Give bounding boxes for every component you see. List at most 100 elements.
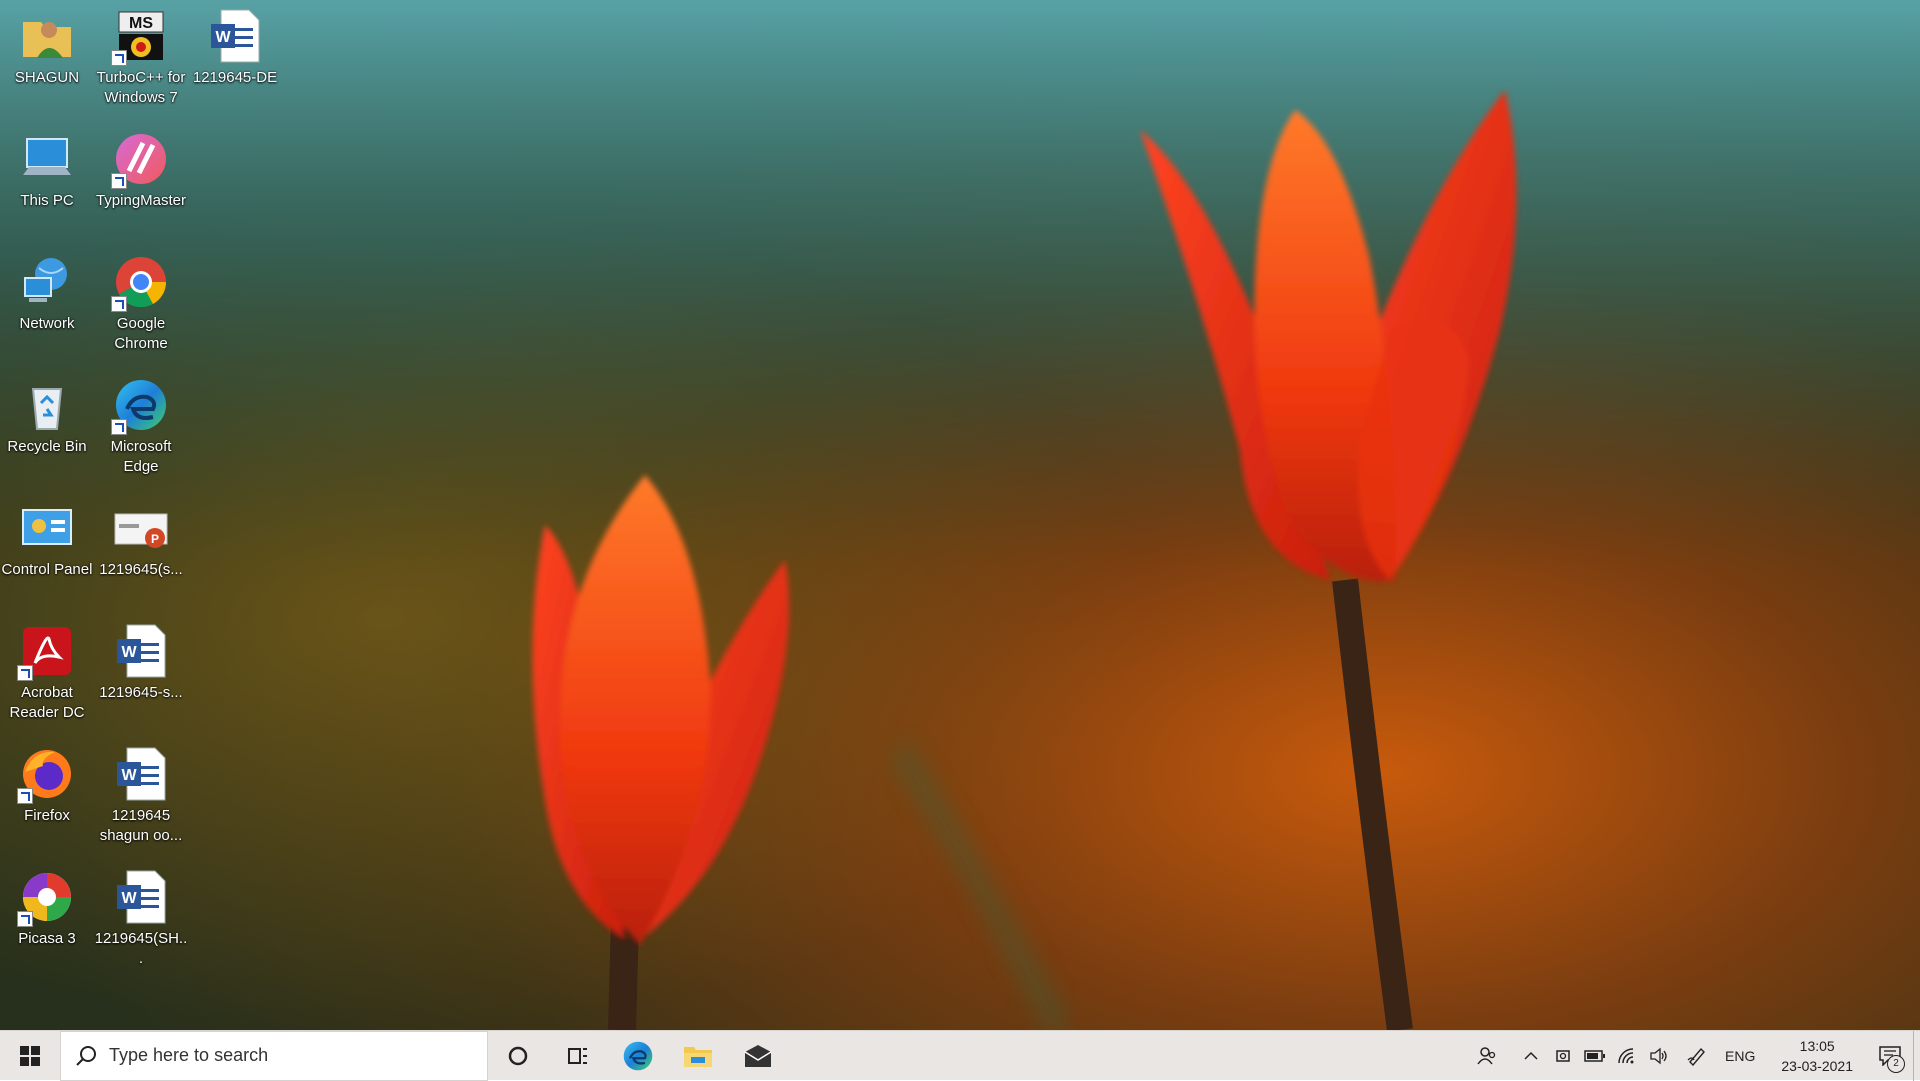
taskbar-mail-button[interactable] — [728, 1031, 788, 1081]
clock[interactable]: 13:05 23-03-2021 — [1767, 1036, 1867, 1076]
clock-date: 23-03-2021 — [1781, 1057, 1853, 1074]
desktop-icon-this-pc[interactable]: This PC — [0, 123, 94, 241]
cortana-icon — [508, 1046, 528, 1065]
desktop-icon-label: 1219645(SH... — [94, 930, 188, 967]
word-doc-icon: W — [113, 746, 169, 802]
word-doc-icon: W — [113, 623, 169, 679]
turboc-icon: MS — [111, 8, 169, 66]
desktop-icon-label: TurboC++ for Windows 7 — [96, 69, 186, 106]
search-placeholder: Type here to search — [109, 1045, 269, 1065]
desktop-icon-label: Microsoft Edge — [110, 438, 172, 475]
desktop-icon-label: TypingMaster — [95, 192, 187, 209]
desktop-icon-label: Google Chrome — [114, 315, 168, 352]
action-center-button[interactable]: 2 — [1867, 1031, 1913, 1081]
typingmaster-icon — [111, 131, 169, 189]
people-icon — [1477, 1046, 1496, 1064]
control-panel-icon — [19, 500, 75, 556]
desktop-icon-label: Acrobat Reader DC — [9, 684, 85, 721]
svg-text:W: W — [121, 644, 137, 661]
windows-logo-icon — [20, 1045, 40, 1066]
file-explorer-icon — [684, 1046, 712, 1067]
desktop-icon-label: Firefox — [24, 807, 70, 824]
wifi-button[interactable] — [1611, 1031, 1643, 1081]
desktop-icon-edge[interactable]: Microsoft Edge — [94, 369, 188, 487]
volume-icon — [1650, 1047, 1667, 1064]
mail-icon — [744, 1044, 772, 1067]
shortcut-arrow-icon — [17, 788, 33, 804]
shortcut-arrow-icon — [111, 50, 127, 66]
show-desktop-button[interactable] — [1913, 1030, 1920, 1081]
shortcut-arrow-icon — [17, 665, 33, 681]
recycle-bin-icon — [19, 377, 75, 433]
desktop-icon-label: 1219645(s... — [99, 561, 183, 578]
pen-icon — [1687, 1047, 1705, 1066]
chrome-icon — [111, 254, 169, 312]
battery-button[interactable] — [1579, 1031, 1611, 1081]
desktop-icon-acrobat[interactable]: Acrobat Reader DC — [0, 615, 94, 733]
desktop-icon-label: Recycle Bin — [7, 438, 87, 455]
desktop-icon-turboc[interactable]: MS TurboC++ for Windows 7 — [94, 0, 188, 118]
turboc-badge-text: MS — [129, 15, 153, 32]
desktop-icon-shagun[interactable]: SHAGUN — [0, 0, 94, 118]
desktop-icon-label: Control Panel — [1, 561, 93, 578]
search-input[interactable]: Type here to search — [60, 1030, 488, 1081]
firefox-icon — [17, 746, 75, 804]
desktop-icon-label: 1219645-DE — [192, 69, 278, 86]
desktop-icon-label: 1219645-s... — [99, 684, 183, 701]
shortcut-arrow-icon — [111, 419, 127, 435]
show-hidden-icons-button[interactable] — [1515, 1031, 1547, 1081]
meet-now-button[interactable] — [1547, 1031, 1579, 1081]
shortcut-arrow-icon — [111, 173, 127, 189]
people-button[interactable] — [1471, 1031, 1503, 1081]
volume-button[interactable] — [1643, 1031, 1675, 1081]
desktop-icon-picasa[interactable]: Picasa 3 — [0, 861, 94, 979]
start-button[interactable] — [0, 1031, 60, 1081]
notification-count-badge: 2 — [1887, 1054, 1905, 1073]
desktop-icon-label: Picasa 3 — [18, 930, 76, 947]
cortana-button[interactable] — [488, 1031, 548, 1081]
task-view-button[interactable] — [548, 1031, 608, 1081]
chevron-up-icon — [1524, 1051, 1538, 1060]
svg-text:W: W — [121, 767, 137, 784]
computer-icon — [19, 131, 75, 187]
battery-icon — [1584, 1049, 1606, 1062]
edge-icon — [623, 1041, 653, 1070]
desktop-icon-word-file[interactable]: W 1219645-s... — [94, 615, 188, 733]
svg-text:W: W — [215, 29, 231, 46]
acrobat-icon — [17, 623, 75, 681]
desktop-icon-word-file[interactable]: W 1219645-DE — [188, 0, 282, 118]
desktop-icon-ppt-file[interactable]: P 1219645(s... — [94, 492, 188, 610]
word-doc-icon: W — [207, 8, 263, 64]
camera-icon — [1556, 1049, 1570, 1062]
desktop-icon-word-file[interactable]: W 1219645(SH... — [94, 861, 188, 979]
taskbar-file-explorer-button[interactable] — [668, 1031, 728, 1081]
picasa-icon — [17, 869, 75, 927]
desktop-icon-label: SHAGUN — [14, 69, 80, 86]
desktop-icon-label: Network — [19, 315, 75, 332]
desktop-icon-label: 1219645 shagun oo... — [99, 807, 183, 844]
taskbar-edge-button[interactable] — [608, 1031, 668, 1081]
input-language-indicator[interactable]: ENG — [1713, 1048, 1767, 1064]
desktop-icon-chrome[interactable]: Google Chrome — [94, 246, 188, 364]
task-view-icon — [568, 1047, 587, 1064]
word-doc-icon: W — [113, 869, 169, 925]
desktop-icon-recycle-bin[interactable]: Recycle Bin — [0, 369, 94, 487]
wifi-icon — [1618, 1047, 1634, 1063]
search-icon — [76, 1045, 96, 1066]
clock-time: 13:05 — [1799, 1037, 1835, 1054]
pen-workspace-button[interactable] — [1681, 1031, 1713, 1081]
svg-text:W: W — [121, 890, 137, 907]
edge-icon — [111, 377, 169, 435]
powerpoint-doc-icon: P — [113, 500, 169, 556]
desktop[interactable]: SHAGUN This PC Network Recycle Bin Contr… — [0, 0, 1920, 1030]
desktop-icon-network[interactable]: Network — [0, 246, 94, 364]
desktop-icon-word-file[interactable]: W 1219645 shagun oo... — [94, 738, 188, 856]
shortcut-arrow-icon — [111, 296, 127, 312]
system-tray: ENG 13:05 23-03-2021 2 — [1471, 1030, 1920, 1081]
desktop-icon-control-panel[interactable]: Control Panel — [0, 492, 94, 610]
desktop-icon-firefox[interactable]: Firefox — [0, 738, 94, 856]
shortcut-arrow-icon — [17, 911, 33, 927]
svg-text:P: P — [151, 532, 159, 546]
desktop-icon-typingmaster[interactable]: TypingMaster — [94, 123, 188, 241]
desktop-icon-label: This PC — [20, 192, 74, 209]
